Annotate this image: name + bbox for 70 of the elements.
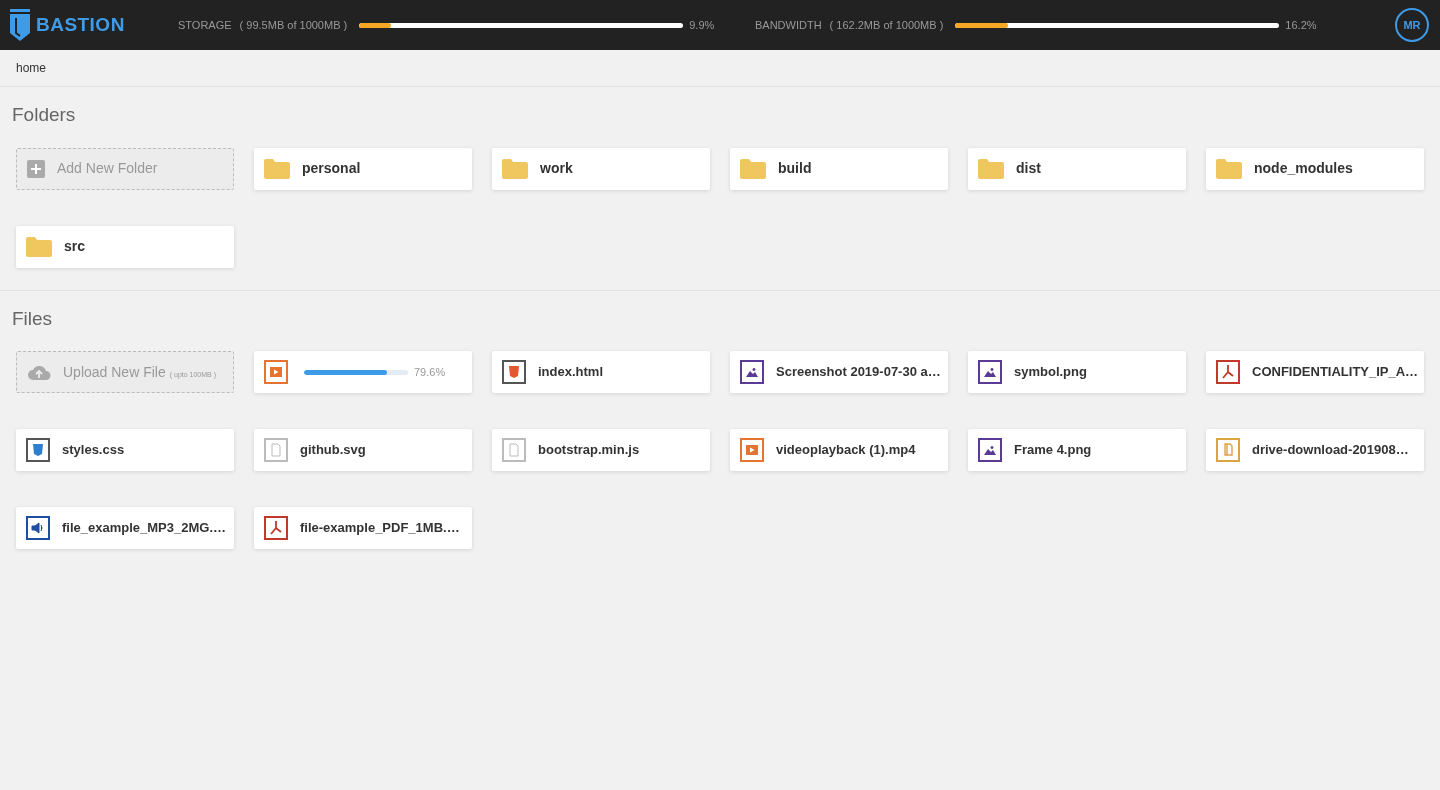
meter-label: STORAGE — [178, 17, 232, 33]
image-file-icon — [740, 360, 764, 384]
file-card[interactable]: file-example_PDF_1MB.… — [254, 507, 472, 549]
image-file-icon — [978, 438, 1002, 462]
section-title: Folders — [12, 103, 77, 127]
document-file-icon — [502, 438, 526, 462]
plus-icon — [27, 159, 45, 178]
file-name: file_example_MP3_2MG.… — [62, 519, 227, 538]
file-name: index.html — [538, 363, 603, 382]
video-file-icon — [740, 438, 764, 462]
file-name: file-example_PDF_1MB.… — [300, 519, 460, 538]
meter-label: BANDWIDTH — [755, 17, 822, 33]
speaker-file-icon — [26, 516, 50, 540]
css-file-icon — [26, 438, 50, 462]
upload-progress-reading: 79.6% — [414, 364, 446, 380]
file-name: Screenshot 2019-07-30 a… — [776, 363, 941, 382]
folder-card[interactable]: src — [16, 225, 234, 268]
cloud-upload-icon — [27, 364, 51, 380]
folder-card[interactable]: node_modules — [1206, 147, 1424, 190]
meter-reading: 16.2% — [1285, 17, 1317, 33]
file-card[interactable]: styles.css — [16, 429, 234, 471]
file-name: CONFIDENTIALITY_IP_A… — [1252, 363, 1419, 382]
folder-name: personal — [302, 159, 361, 178]
folder-icon — [502, 158, 528, 179]
shield-logo-icon — [10, 9, 30, 41]
file-card[interactable]: Screenshot 2019-07-30 a… — [730, 351, 948, 393]
meter-reading: 9.9% — [689, 17, 715, 33]
avatar-button[interactable]: MR — [1395, 8, 1429, 42]
folder-card[interactable]: build — [730, 147, 948, 190]
image-file-icon — [978, 360, 1002, 384]
folder-name: node_modules — [1254, 159, 1353, 178]
file-card[interactable]: Frame 4.png — [968, 429, 1186, 471]
file-name: symbol.png — [1014, 363, 1087, 382]
file-card[interactable]: videoplayback (1).mp4 — [730, 429, 948, 471]
folder-icon — [264, 158, 290, 179]
folder-name: work — [540, 159, 573, 178]
file-name: bootstrap.min.js — [538, 441, 640, 460]
pdf-file-icon — [1216, 360, 1240, 384]
file-name: drive-download-201908… — [1252, 441, 1409, 460]
folder-card[interactable]: personal — [254, 147, 472, 190]
folder-icon — [26, 236, 52, 257]
meter-detail: ( 162.2MB of 1000MB ) — [829, 17, 944, 33]
folder-icon — [978, 158, 1004, 179]
folder-name: build — [778, 159, 812, 178]
folder-card[interactable]: work — [492, 147, 710, 190]
folder-name: dist — [1016, 159, 1041, 178]
file-card[interactable]: github.svg — [254, 429, 472, 471]
folder-icon — [740, 158, 766, 179]
file-name: videoplayback (1).mp4 — [776, 441, 916, 460]
file-card[interactable]: symbol.png — [968, 351, 1186, 393]
logo-text: BASTION — [36, 12, 125, 37]
video-file-icon — [264, 360, 288, 384]
meter-detail: ( 99.5MB of 1000MB ) — [239, 17, 348, 33]
folder-icon — [1216, 158, 1242, 179]
file-card[interactable]: bootstrap.min.js — [492, 429, 710, 471]
file-card[interactable]: CONFIDENTIALITY_IP_A… — [1206, 351, 1424, 393]
breadcrumb-link[interactable]: home — [16, 59, 47, 77]
file-name: github.svg — [300, 441, 366, 460]
folder-name: src — [64, 237, 86, 256]
document-file-icon — [264, 438, 288, 462]
html-file-icon — [502, 360, 526, 384]
file-card[interactable]: file_example_MP3_2MG.… — [16, 507, 234, 549]
folder-card[interactable]: dist — [968, 147, 1186, 190]
file-card[interactable]: index.html — [492, 351, 710, 393]
archive-file-icon — [1216, 438, 1240, 462]
section-title: Files — [12, 306, 54, 331]
pdf-file-icon — [264, 516, 288, 540]
file-name: Frame 4.png — [1014, 441, 1092, 460]
file-name: styles.css — [62, 441, 125, 460]
file-card[interactable]: drive-download-201908… — [1206, 429, 1424, 471]
